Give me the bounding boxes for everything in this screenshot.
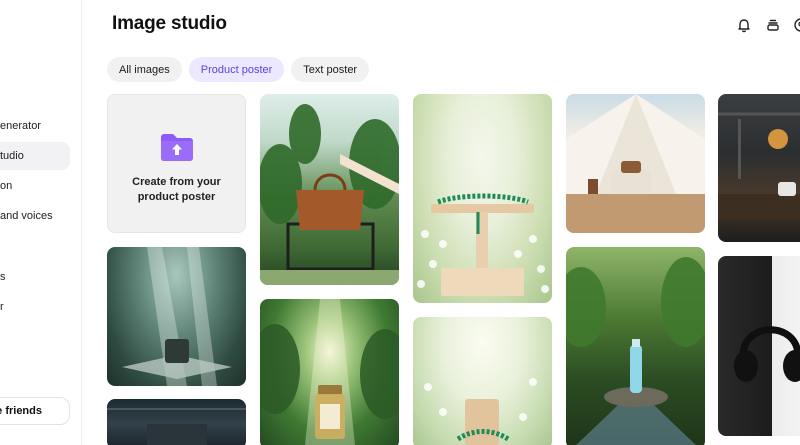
invite-friends-button[interactable]: e friends bbox=[0, 397, 70, 425]
gallery-image-stream-bottle[interactable] bbox=[566, 247, 705, 445]
gallery-image-flowers-bracelet-stand[interactable] bbox=[413, 317, 552, 445]
sidebar-item-label: and voices bbox=[0, 210, 53, 222]
sidebar-item-on[interactable]: on bbox=[0, 172, 70, 200]
gallery-image-industrial-earbuds[interactable] bbox=[718, 94, 800, 242]
tab-product-poster[interactable]: Product poster bbox=[188, 57, 285, 82]
gallery-image-forest-pedestal[interactable] bbox=[107, 247, 246, 386]
sidebar-item-label: on bbox=[0, 180, 13, 192]
sidebar: enerator tudio on and voices s r e frien… bbox=[0, 0, 82, 445]
invite-friends-label: e friends bbox=[0, 405, 42, 417]
sidebar-item-image-studio[interactable]: tudio bbox=[0, 142, 70, 170]
tab-all-images[interactable]: All images bbox=[107, 57, 182, 82]
header-actions bbox=[730, 14, 800, 38]
tab-text-poster[interactable]: Text poster bbox=[291, 57, 370, 82]
layers-icon[interactable] bbox=[762, 14, 784, 36]
gallery-image-dark-interior[interactable] bbox=[107, 399, 246, 445]
sidebar-item-label: tudio bbox=[0, 150, 24, 162]
gallery-image-jungle-perfume[interactable] bbox=[260, 299, 399, 445]
filter-tabs: All images Product poster Text poster bbox=[107, 57, 370, 82]
gallery-image-tent-armchair[interactable] bbox=[566, 94, 705, 233]
sidebar-item-label: r bbox=[0, 301, 4, 313]
sidebar-item-r[interactable]: r bbox=[0, 293, 70, 321]
sidebar-item-generator[interactable]: enerator bbox=[0, 112, 70, 140]
gallery-image-greenhouse-bag[interactable] bbox=[260, 94, 399, 285]
sidebar-item-label: s bbox=[0, 271, 6, 283]
profile-icon[interactable] bbox=[790, 14, 800, 36]
page-title: Image studio bbox=[112, 13, 227, 34]
bell-icon[interactable] bbox=[733, 14, 755, 36]
gallery-image-bw-headphones[interactable] bbox=[718, 256, 800, 436]
gallery-image-flowers-necklace-stand[interactable] bbox=[413, 94, 552, 303]
folder-upload-icon bbox=[159, 129, 195, 165]
sidebar-item-voices[interactable]: and voices bbox=[0, 202, 70, 230]
create-card-label: Create from your product poster bbox=[132, 176, 221, 203]
create-from-product-poster-card[interactable]: Create from your product poster bbox=[107, 94, 246, 233]
sidebar-item-s[interactable]: s bbox=[0, 263, 70, 291]
sidebar-item-label: enerator bbox=[0, 120, 41, 132]
